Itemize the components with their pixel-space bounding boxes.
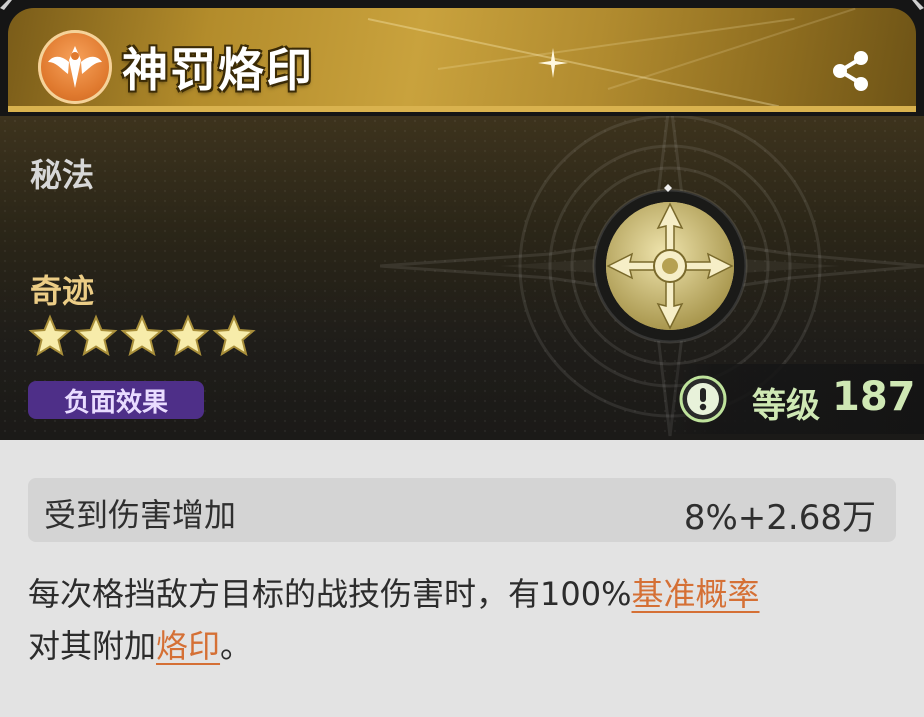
- rarity-label: 奇迹: [30, 272, 95, 310]
- keyword-link-base-chance[interactable]: 基准概率: [632, 575, 760, 613]
- share-icon: [833, 51, 868, 91]
- stat-row: 受到伤害增加 8%+2.68万: [28, 478, 896, 542]
- winged-sigil-icon: [38, 30, 112, 104]
- star-rating: [28, 314, 256, 358]
- level-label: 等级: [752, 386, 820, 426]
- sparkle-icon: [538, 48, 568, 78]
- level-value: 187: [832, 374, 916, 420]
- description-text: 每次格挡敌方目标的战技伤害时，有100%: [28, 575, 632, 613]
- stat-name: 受到伤害增加: [44, 496, 237, 534]
- star-icon: [166, 314, 210, 357]
- category-label: 秘法: [30, 156, 95, 194]
- share-button[interactable]: [828, 48, 874, 94]
- info-card: 秘法 奇迹 负面效果 等级 187: [0, 116, 924, 440]
- star-icon: [212, 314, 256, 357]
- stat-value: 8%+2.68万: [683, 498, 876, 538]
- exclamation-icon[interactable]: [678, 374, 728, 424]
- page-title: 神罚烙印: [122, 43, 314, 97]
- star-icon: [120, 314, 164, 357]
- description-text: 对其附加: [28, 627, 157, 665]
- corner-ornament-icon: [0, 0, 12, 10]
- corner-ornament-icon: [912, 0, 924, 10]
- star-icon: [28, 314, 72, 357]
- header-bar: 神罚烙印: [0, 0, 924, 116]
- effect-description: 每次格挡敌方目标的战技伤害时，有100%基准概率对其附加烙印。: [28, 568, 896, 672]
- status-badge: 负面效果: [28, 381, 204, 419]
- keyword-link-brand[interactable]: 烙印: [156, 627, 220, 665]
- star-icon: [74, 314, 118, 357]
- description-text: 。: [220, 627, 253, 665]
